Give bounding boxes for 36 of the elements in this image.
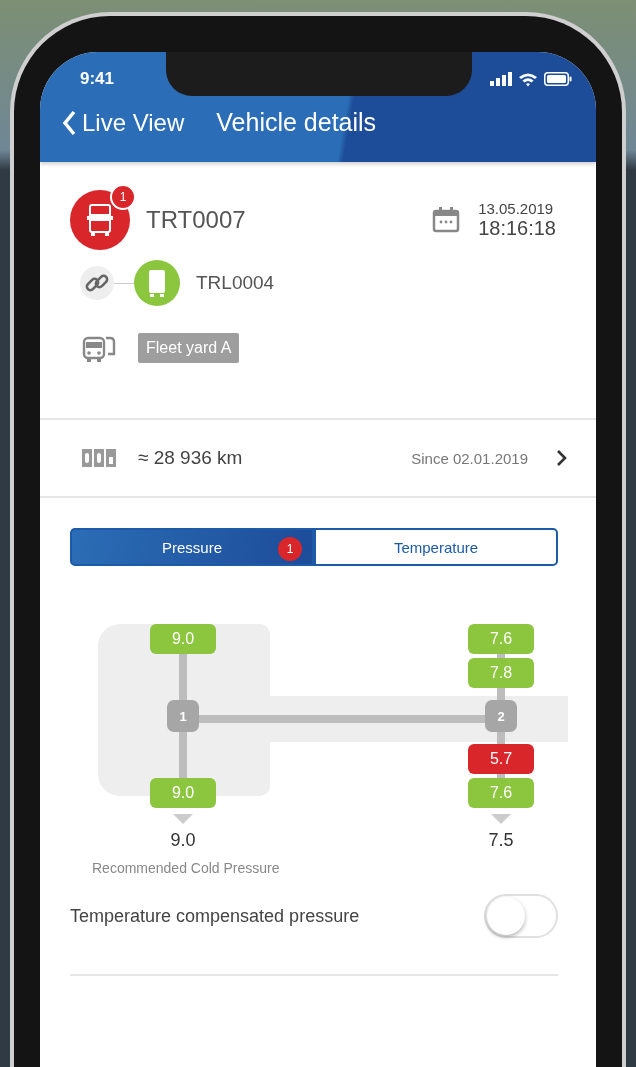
recommended-value: 9.0 bbox=[170, 830, 196, 851]
chevron-right-icon bbox=[556, 449, 568, 467]
battery-icon bbox=[544, 72, 572, 86]
tab[interactable]: Temperature bbox=[314, 528, 558, 566]
pointer-icon bbox=[491, 814, 511, 824]
screen-title: Vehicle details bbox=[216, 108, 377, 137]
axle-node: 1 bbox=[167, 700, 199, 732]
tab[interactable]: Pressure 1 bbox=[70, 528, 314, 566]
truck-icon bbox=[70, 190, 130, 250]
recommended-label: Recommended Cold Pressure bbox=[92, 860, 281, 876]
vehicle-id: TRT0007 bbox=[146, 206, 246, 234]
since-text: Since 02.01.2019 bbox=[411, 449, 528, 467]
count-badge: 1 bbox=[278, 537, 302, 561]
toggle-label: Temperature compensated pressure bbox=[70, 905, 360, 927]
alert-badge: 1 bbox=[110, 184, 136, 210]
time-text: 18:16:18 bbox=[478, 217, 556, 240]
back-label: Live View bbox=[82, 108, 185, 137]
group-tag: Fleet yard A bbox=[138, 333, 240, 363]
status-time: 9:41 bbox=[80, 69, 115, 89]
link-icon bbox=[80, 266, 114, 300]
odometer-icon bbox=[82, 448, 118, 468]
mileage-text: ≈ 28 936 km bbox=[138, 447, 243, 469]
trailer-icon bbox=[134, 260, 180, 306]
signal-icon bbox=[490, 72, 512, 86]
back-button[interactable]: Live View bbox=[62, 108, 185, 137]
toggle-switch[interactable] bbox=[484, 894, 558, 938]
trailer-id: TRL0004 bbox=[196, 272, 275, 294]
calendar-icon bbox=[432, 206, 461, 234]
tire-pressure[interactable]: 5.7 bbox=[468, 744, 534, 774]
recommended-value: 7.5 bbox=[488, 830, 514, 851]
odometer-row[interactable]: ≈ 28 936 km Since 02.01.2019 bbox=[40, 420, 596, 498]
pointer-icon bbox=[173, 814, 193, 824]
chevron-left-icon bbox=[62, 109, 76, 136]
axle-node: 2 bbox=[485, 700, 517, 732]
date-text: 13.05.2019 bbox=[478, 200, 555, 217]
wifi-icon bbox=[518, 71, 538, 87]
